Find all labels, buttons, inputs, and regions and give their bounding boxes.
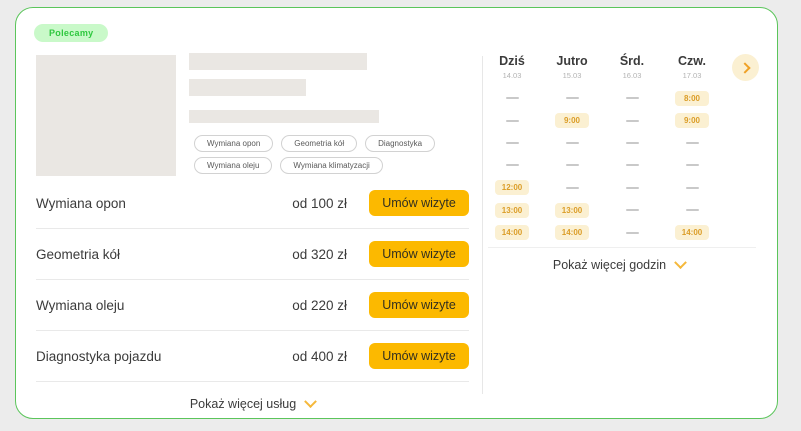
show-more-services-link[interactable]: Pokaż więcej usług	[36, 392, 469, 416]
empty-slot	[626, 209, 639, 211]
book-visit-button[interactable]: Umów wizyte	[369, 343, 469, 369]
day-label: Dziś	[482, 54, 542, 68]
service-tag: Wymiana oleju	[194, 157, 272, 174]
time-slot-button[interactable]: 9:00	[555, 113, 589, 128]
unavailable-dash	[566, 164, 579, 166]
service-tags: Wymiana opon Geometria kół Diagnostyka Wymi…	[194, 135, 459, 174]
calendar-slot-grid: 8:00 9:00 9:00 12:00 13:00 13:00 14:00 14:00 14:…	[482, 87, 722, 244]
time-slot-button[interactable]: 13:00	[495, 203, 529, 218]
unavailable-dash	[506, 97, 519, 99]
empty-slot	[686, 164, 699, 166]
unavailable-dash	[686, 164, 699, 166]
service-price: od 100 zł	[275, 196, 347, 211]
empty-slot	[686, 209, 699, 211]
show-more-hours-link[interactable]: Pokaż więcej godzin	[482, 254, 756, 276]
unavailable-dash	[626, 142, 639, 144]
empty-slot	[506, 97, 519, 99]
empty-slot	[626, 232, 639, 234]
empty-slot	[686, 142, 699, 144]
service-price: od 400 zł	[275, 349, 347, 364]
calendar-next-button[interactable]	[732, 54, 759, 81]
service-tag: Wymiana klimatyzacji	[280, 157, 382, 174]
service-name: Wymiana opon	[36, 196, 275, 211]
unavailable-dash	[626, 164, 639, 166]
empty-slot	[626, 164, 639, 166]
workshop-card: Polecamy Wymiana opon Geometria kół Diagno…	[15, 7, 778, 419]
unavailable-dash	[626, 120, 639, 122]
service-tag: Wymiana opon	[194, 135, 273, 152]
service-tag: Diagnostyka	[365, 135, 435, 152]
day-label: Śrd.	[602, 54, 662, 68]
time-slot-button[interactable]: 14:00	[495, 225, 529, 240]
service-row: Wymiana oponod 100 zł Umów wizyte	[36, 178, 469, 229]
unavailable-dash	[506, 142, 519, 144]
day-label: Jutro	[542, 54, 602, 68]
time-slot-button[interactable]: 14:00	[675, 225, 709, 240]
services-list: Wymiana oponod 100 złUmów wizyteGeometri…	[36, 178, 469, 382]
empty-slot	[626, 120, 639, 122]
book-visit-button[interactable]: Umów wizyte	[369, 241, 469, 267]
book-visit-button[interactable]: Umów wizyte	[369, 292, 469, 318]
service-row: Geometria kółod 320 zł Umów wizyte	[36, 229, 469, 280]
unavailable-dash	[506, 120, 519, 122]
calendar-divider	[488, 247, 756, 248]
unavailable-dash	[626, 97, 639, 99]
workshop-address-placeholder	[189, 110, 379, 123]
calendar-day-header: Dziś 14.03	[482, 54, 542, 80]
calendar-day-headers: Dziś 14.03Jutro 15.03Śrd. 16.03Czw. 17.03	[482, 54, 722, 80]
time-slot-button[interactable]: 14:00	[555, 225, 589, 240]
time-slot-button[interactable]: 13:00	[555, 203, 589, 218]
unavailable-dash	[566, 97, 579, 99]
day-label: Czw.	[662, 54, 722, 68]
service-name: Geometria kół	[36, 247, 275, 262]
empty-slot	[566, 97, 579, 99]
workshop-subtitle-placeholder	[189, 79, 306, 96]
service-row: Wymiana olejuod 220 zł Umów wizyte	[36, 280, 469, 331]
recommended-badge: Polecamy	[34, 24, 108, 42]
day-date: 17.03	[662, 71, 722, 80]
chevron-right-icon	[739, 62, 750, 73]
time-slot-button[interactable]: 8:00	[675, 91, 709, 106]
empty-slot	[626, 97, 639, 99]
service-row: Diagnostyka pojazduod 400 zł Umów wizyte	[36, 331, 469, 382]
unavailable-dash	[626, 209, 639, 211]
show-more-hours-label: Pokaż więcej godzin	[553, 258, 666, 272]
calendar-day-header: Śrd. 16.03	[602, 54, 662, 80]
empty-slot	[686, 187, 699, 189]
book-visit-button[interactable]: Umów wizyte	[369, 190, 469, 216]
empty-slot	[506, 164, 519, 166]
unavailable-dash	[686, 209, 699, 211]
unavailable-dash	[566, 187, 579, 189]
day-date: 14.03	[482, 71, 542, 80]
workshop-title-placeholder	[189, 53, 367, 70]
unavailable-dash	[506, 164, 519, 166]
chevron-down-icon	[674, 256, 687, 269]
show-more-services-label: Pokaż więcej usług	[190, 397, 296, 411]
empty-slot	[506, 120, 519, 122]
service-tag: Geometria kół	[281, 135, 357, 152]
unavailable-dash	[566, 142, 579, 144]
service-price: od 220 zł	[275, 298, 347, 313]
empty-slot	[566, 164, 579, 166]
service-name: Diagnostyka pojazdu	[36, 349, 275, 364]
day-date: 15.03	[542, 71, 602, 80]
unavailable-dash	[626, 232, 639, 234]
empty-slot	[626, 142, 639, 144]
calendar-day-header: Czw. 17.03	[662, 54, 722, 80]
workshop-photo-placeholder	[36, 55, 176, 176]
time-slot-button[interactable]: 12:00	[495, 180, 529, 195]
calendar-day-header: Jutro 15.03	[542, 54, 602, 80]
empty-slot	[626, 187, 639, 189]
time-slot-button[interactable]: 9:00	[675, 113, 709, 128]
unavailable-dash	[686, 187, 699, 189]
empty-slot	[506, 142, 519, 144]
day-date: 16.03	[602, 71, 662, 80]
service-name: Wymiana oleju	[36, 298, 275, 313]
unavailable-dash	[626, 187, 639, 189]
chevron-down-icon	[304, 395, 317, 408]
empty-slot	[566, 142, 579, 144]
unavailable-dash	[686, 142, 699, 144]
empty-slot	[566, 187, 579, 189]
service-price: od 320 zł	[275, 247, 347, 262]
